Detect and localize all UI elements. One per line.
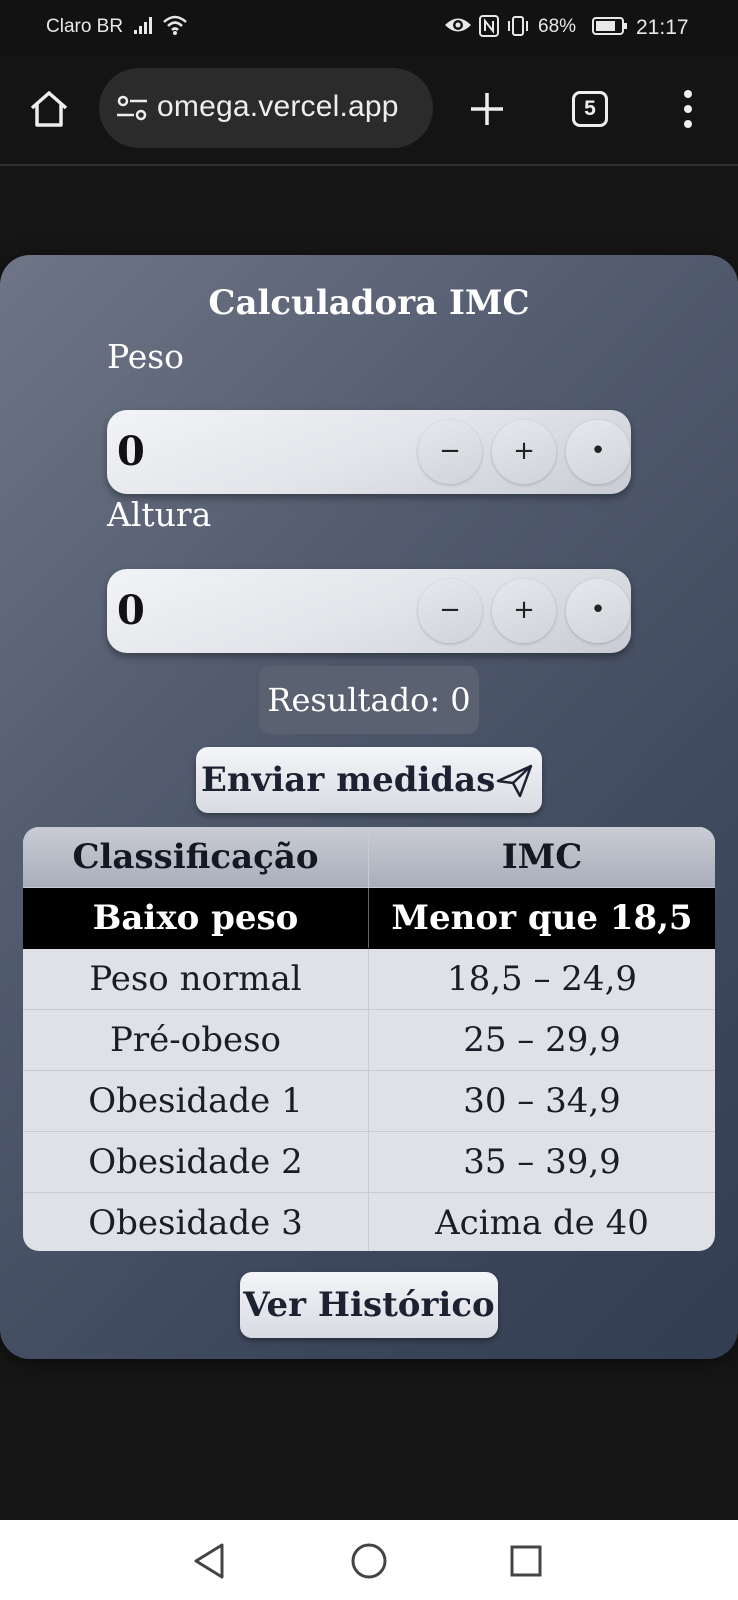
more-vert-icon[interactable] — [676, 88, 700, 130]
recents-icon[interactable] — [509, 1544, 543, 1578]
page-title: Calculadora IMC — [208, 283, 530, 323]
table-cell-imc: 18,5 – 24,9 — [446, 959, 638, 999]
clock: 21:17 — [636, 16, 689, 39]
calculator-card: Calculadora IMC Peso 0 − + • Altura 0 − … — [0, 255, 738, 1359]
table-cell-classification: Obesidade 1 — [23, 1071, 369, 1131]
plus-icon[interactable] — [468, 90, 506, 128]
vibrate-icon — [508, 16, 528, 36]
tune-icon[interactable] — [115, 94, 149, 122]
table-header-imc: IMC — [501, 837, 583, 877]
imc-table: Classificação IMC Baixo peso Menor que 1… — [23, 827, 715, 1251]
send-icon — [496, 764, 533, 798]
table-row: Obesidade 2 35 – 39,9 — [23, 1132, 715, 1193]
url-text: omega.vercel.app — [157, 90, 399, 123]
table-cell-imc: Menor que 18,5 — [391, 898, 693, 938]
altura-increment-button[interactable]: + — [492, 579, 556, 643]
peso-decimal-button[interactable]: • — [566, 420, 630, 484]
signal-icon — [134, 17, 152, 34]
system-nav-bar — [0, 1520, 738, 1600]
table-cell-classification: Baixo peso — [23, 888, 369, 948]
status-bar: Claro BR 68% 21:17 — [0, 0, 738, 56]
table-row: Obesidade 1 30 – 34,9 — [23, 1071, 715, 1132]
result-display: Resultado: 0 — [259, 666, 479, 734]
send-measures-label: Enviar medidas — [201, 760, 496, 800]
table-cell-classification: Obesidade 2 — [23, 1132, 369, 1192]
view-history-button[interactable]: Ver Histórico — [240, 1272, 498, 1338]
peso-stepper[interactable]: 0 − + • — [107, 410, 631, 494]
altura-label: Altura — [107, 495, 212, 534]
table-header-classificacao: Classificação — [23, 827, 369, 887]
table-cell-classification: Pré-obeso — [23, 1010, 369, 1070]
tabs-icon[interactable]: 5 — [572, 91, 608, 127]
home-icon[interactable] — [28, 88, 70, 130]
home-circle-icon[interactable] — [350, 1542, 388, 1580]
eye-icon — [445, 18, 471, 32]
table-cell-imc: 35 – 39,9 — [463, 1142, 621, 1182]
table-row: Baixo peso Menor que 18,5 — [23, 888, 715, 949]
table-header-row: Classificação IMC — [23, 827, 715, 888]
altura-decrement-button[interactable]: − — [418, 579, 482, 643]
peso-label: Peso — [107, 337, 185, 376]
battery-percent: 68% — [538, 16, 577, 37]
table-row: Pré-obeso 25 – 29,9 — [23, 1010, 715, 1071]
table-row: Peso normal 18,5 – 24,9 — [23, 949, 715, 1010]
nfc-icon — [479, 15, 499, 37]
peso-decrement-button[interactable]: − — [418, 420, 482, 484]
altura-stepper[interactable]: 0 − + • — [107, 569, 631, 653]
table-cell-imc: 30 – 34,9 — [463, 1081, 621, 1121]
browser-toolbar: omega.vercel.app 5 — [0, 56, 738, 166]
altura-value[interactable]: 0 — [117, 587, 145, 634]
peso-value[interactable]: 0 — [117, 428, 145, 475]
carrier-name: Claro BR — [46, 16, 124, 37]
table-cell-imc: 25 – 29,9 — [463, 1020, 621, 1060]
send-measures-button[interactable]: Enviar medidas — [196, 747, 542, 813]
peso-increment-button[interactable]: + — [492, 420, 556, 484]
table-cell-classification: Peso normal — [23, 949, 369, 1009]
address-bar[interactable]: omega.vercel.app — [99, 68, 433, 148]
table-row: Obesidade 3 Acima de 40 — [23, 1193, 715, 1251]
battery-icon — [592, 17, 627, 35]
wifi-icon — [163, 15, 187, 35]
back-icon[interactable] — [192, 1542, 228, 1580]
table-cell-classification: Obesidade 3 — [23, 1193, 369, 1251]
table-cell-imc: Acima de 40 — [435, 1203, 649, 1243]
altura-decimal-button[interactable]: • — [566, 579, 630, 643]
